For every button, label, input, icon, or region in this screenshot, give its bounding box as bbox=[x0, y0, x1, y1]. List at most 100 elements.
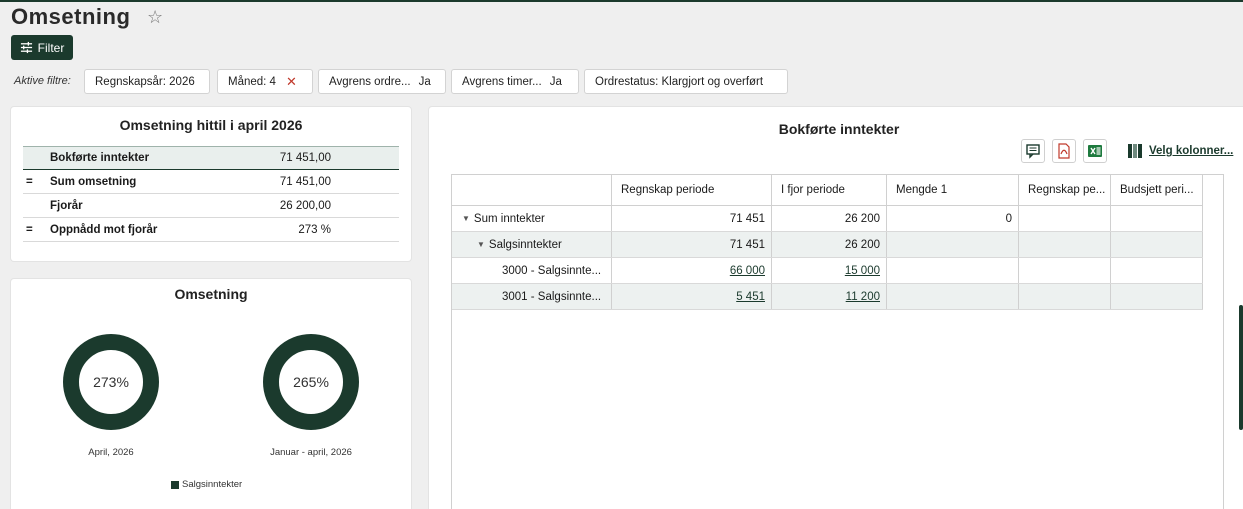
kpi-label: Sum omsetning bbox=[50, 175, 137, 188]
data-grid: Regnskap periode I fjor periode Mengde 1… bbox=[451, 174, 1224, 509]
kpi-table: Bokførte inntekter 71 451,00 = Sum omset… bbox=[23, 146, 399, 242]
row-label-cell: ▼ Sum inntekter bbox=[452, 206, 612, 231]
donut-chart-month[interactable]: 273% April, 2026 bbox=[61, 332, 161, 458]
cell-ifjor: 15 000 bbox=[772, 258, 887, 283]
amount-link[interactable]: 66 000 bbox=[730, 265, 765, 277]
cell-regnskap: 5 451 bbox=[612, 284, 772, 309]
filter-chip-value: Ja bbox=[549, 75, 562, 88]
column-header[interactable]: Regnskap pe... bbox=[1019, 175, 1111, 205]
cell-empty bbox=[1111, 206, 1203, 231]
side-panel-handle[interactable] bbox=[1239, 305, 1243, 430]
kpi-value: 26 200,00 bbox=[279, 199, 331, 212]
kpi-row: = Oppnådd mot fjorår 273 % bbox=[23, 218, 399, 242]
kpi-row: = Sum omsetning 71 451,00 bbox=[23, 170, 399, 194]
kpi-value: 71 451,00 bbox=[279, 175, 331, 188]
page-title: Omsetning bbox=[11, 4, 131, 29]
cell-empty bbox=[1019, 258, 1111, 283]
donut-chart-ytd[interactable]: 265% Januar - april, 2026 bbox=[261, 332, 361, 458]
kpi-card-title: Omsetning hittil i april 2026 bbox=[119, 117, 303, 133]
star-outline-icon[interactable]: ☆ bbox=[147, 7, 163, 28]
caret-down-icon[interactable]: ▼ bbox=[477, 240, 485, 249]
cell-ifjor: 11 200 bbox=[772, 284, 887, 309]
excel-icon[interactable] bbox=[1083, 139, 1107, 163]
cell-mengde bbox=[887, 284, 1019, 309]
filter-chip-label: Avgrens ordre... bbox=[329, 75, 411, 88]
cell-ifjor: 26 200 bbox=[772, 206, 887, 231]
cell-regnskap: 71 451 bbox=[612, 206, 772, 231]
kpi-card: Omsetning hittil i april 2026 Bokførte i… bbox=[11, 107, 411, 261]
column-header[interactable]: I fjor periode bbox=[772, 175, 887, 205]
filter-chip-label: Avgrens timer... bbox=[462, 75, 542, 88]
donut-caption: Januar - april, 2026 bbox=[270, 447, 352, 458]
amount-link[interactable]: 5 451 bbox=[736, 291, 765, 303]
donut-caption: April, 2026 bbox=[88, 447, 134, 458]
filter-button-label: Filter bbox=[37, 40, 65, 55]
velg-kolonner-label: Velg kolonner... bbox=[1149, 145, 1234, 157]
kpi-label: Oppnådd mot fjorår bbox=[50, 223, 158, 236]
kpi-row: Bokførte inntekter 71 451,00 bbox=[23, 146, 399, 170]
table-row[interactable]: 3001 - Salgsinnte... 5 451 11 200 bbox=[452, 284, 1203, 310]
legend-swatch bbox=[171, 480, 179, 489]
kpi-label: Fjorår bbox=[50, 199, 83, 212]
filter-button[interactable]: Filter bbox=[11, 35, 73, 60]
cell-mengde bbox=[887, 258, 1019, 283]
filter-chip-label: Ordrestatus: Klargjort og overført bbox=[595, 75, 764, 88]
cell-mengde: 0 bbox=[887, 206, 1019, 231]
kpi-value: 273 % bbox=[298, 223, 331, 236]
amount-link[interactable]: 15 000 bbox=[845, 265, 880, 277]
bokforte-inntekter-card: Bokførte inntekter Velg kolonner... Regn… bbox=[429, 107, 1243, 509]
row-label-cell: ▼ Salgsinntekter bbox=[452, 232, 612, 257]
row-label-cell: 3000 - Salgsinnte... bbox=[452, 258, 612, 283]
filter-chip-regnskapsar[interactable]: Regnskapsår: 2026 bbox=[84, 69, 210, 94]
sliders-icon bbox=[20, 41, 32, 54]
cell-empty bbox=[1019, 284, 1111, 309]
donut-value: 273% bbox=[93, 374, 129, 390]
cell-regnskap: 66 000 bbox=[612, 258, 772, 283]
donut-legend[interactable]: Salgsinntekter bbox=[171, 479, 242, 490]
caret-down-icon[interactable]: ▼ bbox=[462, 214, 470, 223]
donut-ring: 265% bbox=[263, 334, 359, 430]
row-label: Salgsinntekter bbox=[488, 238, 562, 251]
cell-ifjor: 26 200 bbox=[772, 232, 887, 257]
cell-empty bbox=[1111, 284, 1203, 309]
main-card-title: Bokførte inntekter bbox=[778, 121, 900, 137]
columns-icon bbox=[1128, 144, 1142, 158]
kpi-row: Fjorår 26 200,00 bbox=[23, 194, 399, 218]
cell-empty bbox=[1019, 206, 1111, 231]
amount-link[interactable]: 11 200 bbox=[846, 291, 880, 303]
table-row[interactable]: ▼ Sum inntekter 71 451 26 200 0 bbox=[452, 206, 1203, 232]
filter-chip-avgrens-ordre[interactable]: Avgrens ordre... Ja bbox=[318, 69, 446, 94]
table-row[interactable]: 3000 - Salgsinnte... 66 000 15 000 bbox=[452, 258, 1203, 284]
cell-empty bbox=[1111, 258, 1203, 283]
table-row[interactable]: ▼ Salgsinntekter 71 451 26 200 bbox=[452, 232, 1203, 258]
column-header[interactable]: Budsjett peri... bbox=[1111, 175, 1203, 205]
cell-empty bbox=[1019, 232, 1111, 257]
donut-ring: 273% bbox=[63, 334, 159, 430]
column-header[interactable]: Mengde 1 bbox=[887, 175, 1019, 205]
active-filters-label: Aktive filtre: bbox=[14, 75, 71, 87]
column-header[interactable]: Regnskap periode bbox=[612, 175, 772, 205]
cell-mengde bbox=[887, 232, 1019, 257]
grid-header-row: Regnskap periode I fjor periode Mengde 1… bbox=[452, 175, 1203, 206]
filter-chip-value: Ja bbox=[418, 75, 431, 88]
donut-card: Omsetning 273% April, 2026 265% Januar -… bbox=[11, 279, 411, 509]
column-header[interactable] bbox=[452, 175, 612, 205]
close-icon[interactable]: ✕ bbox=[286, 74, 297, 90]
donut-value: 265% bbox=[293, 374, 329, 390]
kpi-value: 71 451,00 bbox=[279, 152, 331, 164]
kpi-label: Bokførte inntekter bbox=[50, 152, 150, 164]
legend-label: Salgsinntekter bbox=[182, 479, 243, 490]
pdf-icon[interactable] bbox=[1052, 139, 1076, 163]
velg-kolonner-button[interactable]: Velg kolonner... bbox=[1127, 143, 1233, 159]
filter-chip-ordrestatus[interactable]: Ordrestatus: Klargjort og overført bbox=[584, 69, 788, 94]
row-label: Sum inntekter bbox=[473, 212, 545, 225]
cell-regnskap: 71 451 bbox=[612, 232, 772, 257]
comment-icon[interactable] bbox=[1021, 139, 1045, 163]
filter-chip-maned[interactable]: Måned: 4 ✕ bbox=[217, 69, 313, 94]
filter-chip-avgrens-timer[interactable]: Avgrens timer... Ja bbox=[451, 69, 579, 94]
kpi-sign: = bbox=[26, 223, 33, 236]
filter-chip-label: Måned: 4 bbox=[228, 75, 276, 88]
row-label-cell: 3001 - Salgsinnte... bbox=[452, 284, 612, 309]
top-accent-line bbox=[0, 0, 1243, 2]
donut-card-title: Omsetning bbox=[174, 286, 248, 302]
